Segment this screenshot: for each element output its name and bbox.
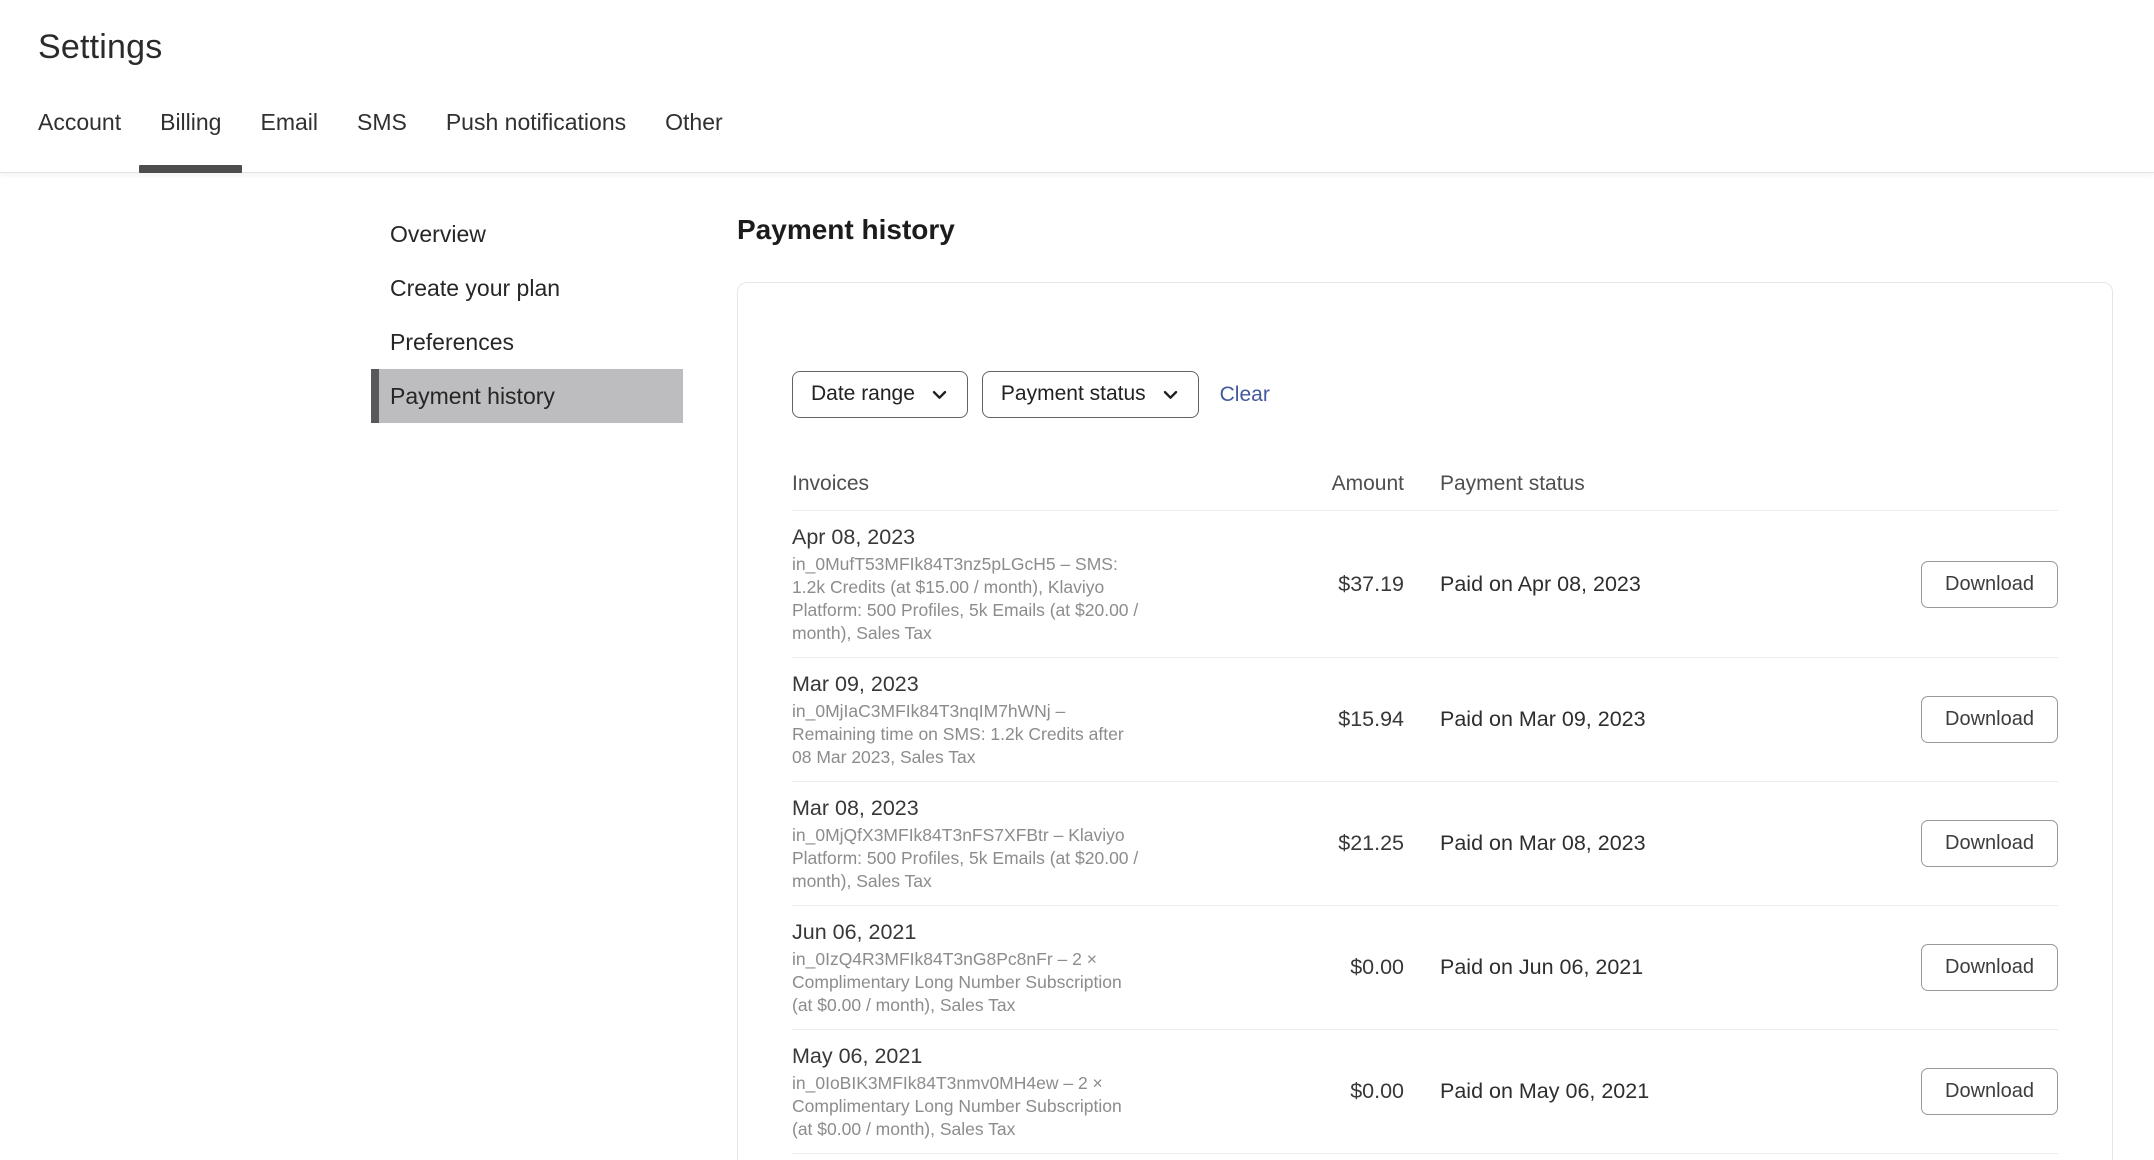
invoice-description: in_0MjQfX3MFIk84T3nFS7XFBtr – Klaviyo Pl… bbox=[792, 825, 1139, 891]
tab-account[interactable]: Account bbox=[38, 109, 121, 172]
klaviyo-settings-billing-page: { "page": { "title": "Settings" }, "tabs… bbox=[0, 28, 2154, 1160]
tab-label: Push notifications bbox=[445, 109, 627, 135]
payment-history-main: Payment history Date range Payment statu… bbox=[737, 173, 2113, 1160]
invoice-date: Mar 08, 2023 bbox=[792, 796, 919, 820]
tab-push-notifications[interactable]: Push notifications bbox=[446, 109, 626, 172]
invoice-actions: Download bbox=[1921, 696, 2058, 743]
invoice-amount: $0.00 bbox=[1350, 1079, 1404, 1103]
invoice-actions: Download bbox=[1921, 820, 2058, 867]
payment-status-text: Paid on Apr 08, 2023 bbox=[1440, 571, 1641, 596]
sidebar-item-label: Create your plan bbox=[390, 274, 561, 301]
download-button[interactable]: Download bbox=[1921, 696, 2058, 743]
column-header-payment-status: Payment status bbox=[1440, 472, 1585, 495]
tab-label: Other bbox=[665, 109, 723, 135]
sidebar-item-preferences[interactable]: Preferences bbox=[371, 315, 683, 369]
page-title: Settings bbox=[38, 28, 163, 66]
column-header-invoices: Invoices bbox=[792, 472, 870, 495]
tab-billing[interactable]: Billing bbox=[138, 109, 243, 173]
clear-filters-link[interactable]: Clear bbox=[1220, 383, 1270, 407]
payment-status-label: Payment status bbox=[1000, 382, 1146, 405]
sidebar-item-create-your-plan[interactable]: Create your plan bbox=[371, 261, 683, 315]
table-row: May 06, 2021 in_0IoBIK3MFIk84T3nmv0MH4ew… bbox=[792, 1030, 2058, 1154]
download-button[interactable]: Download bbox=[1921, 1068, 2058, 1115]
invoice-date: Apr 08, 2023 bbox=[792, 525, 916, 549]
date-range-label: Date range bbox=[811, 382, 915, 405]
download-button[interactable]: Download bbox=[1921, 560, 2058, 608]
invoice-amount: $37.19 bbox=[1338, 571, 1404, 596]
table-body: Apr 08, 2023 in_0MufT53MFIk84T3nz5pLGcH5… bbox=[792, 511, 2058, 1154]
invoice-amount: $15.94 bbox=[1338, 707, 1404, 731]
invoice-cell: Mar 08, 2023 in_0MjQfX3MFIk84T3nFS7XFBtr… bbox=[792, 794, 1280, 893]
invoice-cell: Mar 09, 2023 in_0MjIaC3MFIk84T3nqIM7hWNj… bbox=[792, 670, 1280, 769]
table-row: Mar 09, 2023 in_0MjIaC3MFIk84T3nqIM7hWNj… bbox=[792, 658, 2058, 782]
tab-email[interactable]: Email bbox=[260, 109, 318, 172]
filters-row: Date range Payment status Clear bbox=[792, 371, 2058, 418]
invoice-actions: Download bbox=[1921, 1068, 2058, 1115]
invoice-cell: Apr 08, 2023 in_0MufT53MFIk84T3nz5pLGcH5… bbox=[792, 523, 1280, 645]
payment-history-card: Date range Payment status Clear Invoices… bbox=[737, 282, 2113, 1160]
table-header-row: Invoices Amount Payment status bbox=[792, 462, 2058, 511]
invoice-description: in_0IzQ4R3MFIk84T3nG8Pc8nFr – 2 × Compli… bbox=[792, 949, 1122, 1015]
invoice-date: Mar 09, 2023 bbox=[792, 672, 919, 696]
tab-other[interactable]: Other bbox=[665, 109, 723, 172]
chevron-down-icon bbox=[932, 390, 947, 399]
invoice-amount: $21.25 bbox=[1338, 831, 1404, 855]
invoice-date: May 06, 2021 bbox=[792, 1044, 923, 1068]
download-button[interactable]: Download bbox=[1921, 820, 2058, 867]
payment-history-heading: Payment history bbox=[737, 214, 955, 245]
payment-status-text: Paid on Mar 09, 2023 bbox=[1440, 707, 1646, 731]
invoice-amount: $0.00 bbox=[1350, 955, 1404, 979]
tab-label: Billing bbox=[160, 109, 222, 135]
date-range-dropdown[interactable]: Date range bbox=[792, 371, 968, 418]
invoice-actions: Download bbox=[1921, 560, 2058, 608]
column-header-amount: Amount bbox=[1331, 472, 1404, 495]
sidebar-item-payment-history[interactable]: Payment history bbox=[371, 369, 683, 423]
invoice-date: Jun 06, 2021 bbox=[792, 920, 917, 944]
sidebar-item-overview[interactable]: Overview bbox=[371, 207, 683, 261]
invoice-description: in_0MufT53MFIk84T3nz5pLGcH5 – SMS: 1.2k … bbox=[792, 554, 1139, 643]
chevron-down-icon bbox=[1163, 390, 1177, 399]
payment-status-text: Paid on Jun 06, 2021 bbox=[1440, 955, 1644, 979]
invoice-cell: Jun 06, 2021 in_0IzQ4R3MFIk84T3nG8Pc8nFr… bbox=[792, 918, 1280, 1017]
tab-label: SMS bbox=[357, 109, 407, 135]
download-button[interactable]: Download bbox=[1921, 944, 2058, 991]
settings-header: Settings Account Billing Email SMS Push … bbox=[0, 28, 2154, 173]
settings-tabs: Account Billing Email SMS Push notificat… bbox=[0, 109, 2154, 173]
payment-status-dropdown[interactable]: Payment status bbox=[981, 371, 1199, 418]
table-row: Jun 06, 2021 in_0IzQ4R3MFIk84T3nG8Pc8nFr… bbox=[792, 906, 2058, 1030]
invoice-actions: Download bbox=[1921, 944, 2058, 991]
billing-sidebar: Overview Create your plan Preferences Pa… bbox=[371, 173, 683, 423]
invoices-table: Invoices Amount Payment status Apr 08, 2… bbox=[792, 462, 2058, 1154]
sidebar-item-label: Payment history bbox=[390, 382, 555, 409]
invoice-description: in_0IoBIK3MFIk84T3nmv0MH4ew – 2 × Compli… bbox=[792, 1073, 1122, 1139]
sidebar-item-label: Preferences bbox=[390, 328, 515, 355]
table-row: Apr 08, 2023 in_0MufT53MFIk84T3nz5pLGcH5… bbox=[792, 511, 2058, 658]
invoice-cell: May 06, 2021 in_0IoBIK3MFIk84T3nmv0MH4ew… bbox=[792, 1042, 1280, 1141]
invoice-description: in_0MjIaC3MFIk84T3nqIM7hWNj – Remaining … bbox=[792, 701, 1124, 767]
payment-status-text: Paid on Mar 08, 2023 bbox=[1440, 831, 1646, 855]
tab-sms[interactable]: SMS bbox=[357, 109, 407, 172]
payment-status-text: Paid on May 06, 2021 bbox=[1440, 1079, 1650, 1103]
sidebar-item-label: Overview bbox=[390, 220, 486, 247]
content-area: Overview Create your plan Preferences Pa… bbox=[0, 173, 2154, 1160]
tab-label: Account bbox=[38, 109, 122, 135]
tab-label: Email bbox=[260, 109, 318, 135]
table-row: Mar 08, 2023 in_0MjQfX3MFIk84T3nFS7XFBtr… bbox=[792, 782, 2058, 906]
